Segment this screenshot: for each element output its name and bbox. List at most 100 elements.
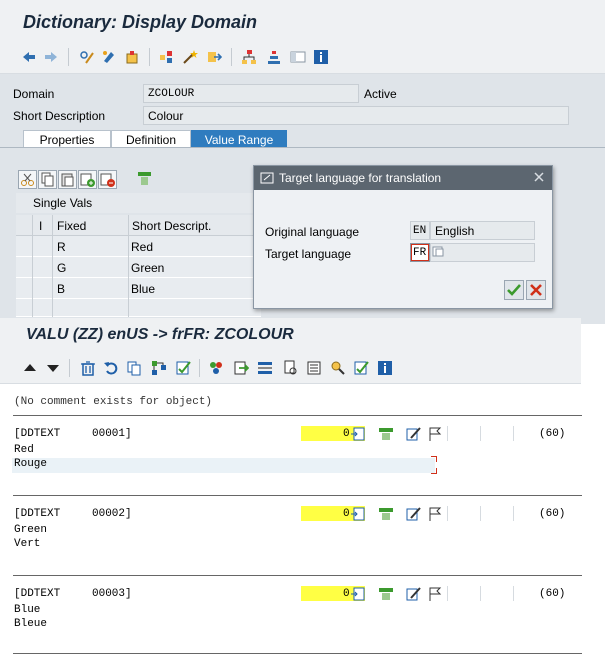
entry-cell (513, 586, 537, 601)
edit-icon[interactable] (405, 426, 421, 442)
forward-arrow-icon[interactable] (43, 49, 59, 65)
split-screen-icon[interactable] (257, 360, 273, 376)
document-search-icon[interactable] (283, 360, 299, 376)
info-icon[interactable] (313, 49, 329, 65)
status-text: Active (364, 87, 397, 101)
entry-length: (60) (539, 508, 566, 520)
export-icon[interactable] (233, 360, 249, 376)
back-arrow-icon[interactable] (21, 49, 37, 65)
proposal-pool-icon[interactable] (378, 506, 394, 522)
entry-cell (480, 426, 513, 441)
translation-input[interactable]: Rouge (12, 458, 435, 473)
copy-icon[interactable] (38, 170, 57, 189)
status-check-icon[interactable] (353, 360, 369, 376)
navigation-window-icon[interactable] (290, 49, 306, 65)
tab-definition[interactable]: Definition (111, 130, 191, 148)
display-change-icon[interactable] (79, 49, 95, 65)
cell-fixed: R (57, 240, 66, 254)
column-header-i[interactable]: I (39, 219, 42, 233)
tab-value-range[interactable]: Value Range (191, 130, 287, 148)
target-language-label: Target language (265, 247, 352, 261)
hierarchy-icon[interactable] (151, 360, 167, 376)
entry-number: 00001] (92, 428, 132, 440)
column-divider (52, 215, 53, 317)
search-proposal-icon[interactable] (330, 360, 346, 376)
other-object-icon[interactable] (124, 49, 140, 65)
column-header-fixed[interactable]: Fixed (57, 219, 86, 233)
tab-properties[interactable]: Properties (23, 130, 111, 148)
proposal-pool-icon[interactable] (378, 426, 394, 442)
cell-description: Blue (131, 282, 156, 296)
focus-bracket (431, 456, 437, 462)
entry-cell (447, 586, 480, 601)
confirm-button[interactable] (504, 280, 524, 300)
translation-title-bar: VALU (ZZ) enUS -> frFR: ZCOLOUR (0, 318, 581, 352)
translation-window-title: VALU (ZZ) enUS -> frFR: ZCOLOUR (26, 326, 294, 343)
original-language-code-field[interactable]: EN (410, 221, 430, 240)
entry-cell (447, 506, 480, 521)
entry-number: 00002] (92, 508, 132, 520)
display-object-list-icon[interactable] (266, 49, 282, 65)
arrow-down-icon[interactable] (45, 360, 61, 376)
short-description-field[interactable]: Colour (143, 106, 569, 125)
proposal-pool-icon[interactable] (378, 586, 394, 602)
proposal-icon[interactable] (351, 586, 367, 602)
cell-description: Red (131, 240, 154, 254)
paste-icon[interactable] (58, 170, 77, 189)
translation-toolbar (0, 352, 581, 384)
arrow-up-icon[interactable] (22, 360, 38, 376)
entry-count: 0 (343, 428, 350, 440)
delete-icon[interactable] (80, 360, 96, 376)
copy-icon[interactable] (126, 360, 142, 376)
dialog-body: Original language EN English Target lang… (254, 190, 552, 308)
where-used-icon[interactable] (206, 49, 222, 65)
flag-icon[interactable] (427, 426, 443, 442)
flag-icon[interactable] (427, 506, 443, 522)
entry-count: 0 (343, 588, 350, 600)
entry-cell (447, 426, 480, 441)
single-values-label: Single Vals (33, 196, 93, 210)
fix-values-icon[interactable] (136, 170, 155, 189)
entry-cell (513, 426, 537, 441)
edit-check-icon[interactable] (175, 360, 191, 376)
value-help-icon[interactable] (432, 246, 444, 261)
toolbar-separator (231, 48, 232, 66)
flag-icon[interactable] (427, 586, 443, 602)
entry-length: (60) (539, 428, 566, 440)
entry-length: (60) (539, 588, 566, 600)
active-inactive-icon[interactable] (101, 49, 117, 65)
proposal-icon[interactable] (351, 426, 367, 442)
close-icon[interactable] (532, 170, 546, 187)
window-title: Dictionary: Display Domain (23, 12, 258, 32)
info-icon[interactable] (377, 360, 393, 376)
edit-icon[interactable] (405, 586, 421, 602)
cancel-button[interactable] (526, 280, 546, 300)
proposal-icon[interactable] (351, 506, 367, 522)
translation-input[interactable]: Bleue (12, 618, 435, 633)
target-language-code-input[interactable]: FR (410, 243, 430, 262)
cut-icon[interactable] (18, 170, 37, 189)
entry-divider (13, 575, 582, 576)
insert-row-icon[interactable] (78, 170, 97, 189)
proposals-icon[interactable] (208, 360, 224, 376)
notes-icon[interactable] (306, 360, 322, 376)
entry-divider (13, 495, 582, 496)
column-header-short-description[interactable]: Short Descript. (132, 219, 211, 233)
edit-icon[interactable] (405, 506, 421, 522)
domain-field[interactable]: ZCOLOUR (143, 84, 359, 103)
entry-divider (13, 653, 582, 654)
entry-number: 00003] (92, 588, 132, 600)
main-title-bar: Dictionary: Display Domain (0, 0, 605, 40)
hierarchy-icon[interactable] (241, 49, 257, 65)
delete-row-icon[interactable] (98, 170, 117, 189)
activate-wand-icon[interactable] (182, 49, 198, 65)
translation-input[interactable]: Vert (12, 538, 435, 553)
toolbar-separator (68, 48, 69, 66)
source-text: Red (14, 444, 34, 456)
original-language-label: Original language (265, 225, 360, 239)
original-language-name-field: English (430, 221, 535, 240)
toolbar-separator (69, 359, 70, 377)
dialog-window-icon (260, 171, 274, 188)
undo-icon[interactable] (103, 360, 119, 376)
check-object-icon[interactable] (158, 49, 174, 65)
